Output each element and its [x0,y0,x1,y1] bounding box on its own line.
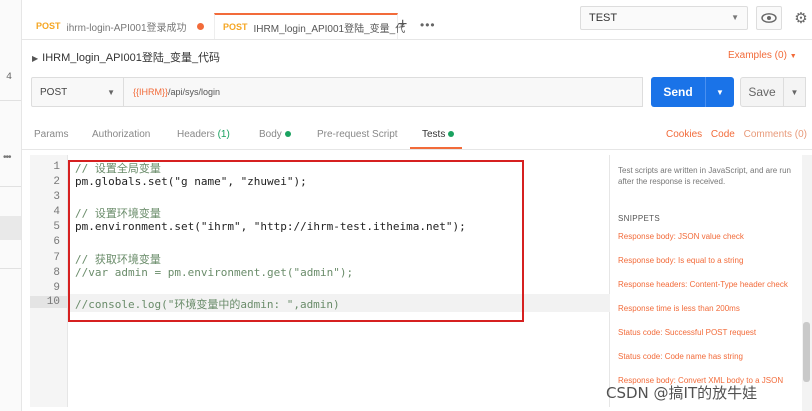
send-button[interactable]: Send [651,77,705,107]
scrollbar-thumb[interactable] [803,322,810,382]
request-tab-bar: POST ihrm-login-API001登录成功 POST IHRM_log… [22,0,812,40]
line-number: 2 [53,176,60,188]
line-number: 5 [53,221,60,233]
headers-count: (1) [217,129,230,140]
snippet-link[interactable]: Response time is less than 200ms [618,304,740,313]
tab-title: IHRM_login_API001登陆_变量_代 [253,23,406,35]
line-number: 4 [53,206,60,218]
request-name[interactable]: ▶ IHRM_login_API001登陆_变量_代码 [32,49,220,65]
save-options-chevron-icon[interactable]: ▼ [784,77,806,107]
request-config-tabs: Params Authorization Headers (1) Body Pr… [22,120,812,150]
line-number: 7 [53,252,60,264]
method-value: POST [40,86,68,98]
active-tab-indicator [410,147,462,149]
cookies-link[interactable]: Cookies [666,129,702,140]
comments-link[interactable]: Comments (0) [744,129,807,140]
chevron-down-icon: ▼ [107,88,115,97]
left-strip-number: 4 [6,72,13,83]
tab-tests-label: Tests [422,129,446,140]
tab-headers-label: Headers [177,129,215,140]
snippets-heading: SNIPPETS [618,214,660,223]
tab-authorization[interactable]: Authorization [92,129,150,140]
snippet-link[interactable]: Status code: Successful POST request [618,328,756,337]
environment-quick-look-button[interactable] [756,6,782,30]
request-name-row: ▶ IHRM_login_API001登陆_变量_代码 Examples (0) … [22,40,812,72]
line-number: 10 [30,296,68,308]
method-select[interactable]: POST ▼ [31,77,124,107]
request-name-text: IHRM_login_API001登陆_变量_代码 [42,52,221,64]
left-strip-divider [0,100,21,101]
chevron-down-icon: ▼ [789,53,797,60]
snippet-link[interactable]: Response body: JSON value check [618,232,744,241]
tab-params[interactable]: Params [34,129,68,140]
url-input[interactable]: {{IHRM}}/api/sys/login [123,77,643,107]
right-links: Cookies Code Comments (0) [666,129,812,140]
tab-body-label: Body [259,129,282,140]
more-icon[interactable]: ••• [3,152,11,163]
status-dot-icon [448,131,455,137]
tab-headers[interactable]: Headers (1) [177,129,230,140]
request-tab[interactable]: POST ihrm-login-API001登录成功 [36,13,216,39]
tab-title: ihrm-login-API001登录成功 [66,22,187,34]
settings-gear-icon[interactable]: ⚙ [790,6,812,30]
tab-tests[interactable]: Tests [422,129,455,140]
left-strip-divider [0,186,21,187]
url-path: /api/sys/login [168,87,221,97]
left-strip-selected-item[interactable] [0,216,21,240]
url-variable: {{IHRM}} [133,87,169,97]
snippet-link[interactable]: Response headers: Content-Type header ch… [618,280,788,289]
caret-right-icon: ▶ [32,54,39,63]
status-dot-icon [284,131,291,137]
chevron-down-icon: ▼ [731,13,739,22]
snippet-link[interactable]: Response body: Is equal to a string [618,256,743,265]
line-number: 6 [53,236,60,248]
line-number: 8 [53,267,60,279]
line-number: 9 [53,282,60,294]
annotation-highlight-box [68,160,524,322]
eye-icon [761,13,777,23]
left-strip-divider [0,268,21,269]
code-link[interactable]: Code [711,129,735,140]
environment-select[interactable]: TEST ▼ [580,6,748,30]
snippet-link[interactable]: Status code: Code name has string [618,352,743,361]
environment-value: TEST [589,12,618,24]
tests-description: Test scripts are written in JavaScript, … [618,166,791,186]
save-button[interactable]: Save [740,77,784,107]
tab-prerequest-script[interactable]: Pre-request Script [317,129,398,140]
line-number: 1 [53,161,60,173]
tab-method: POST [223,22,248,32]
watermark-text: CSDN @搞IT的放牛娃 [606,384,758,402]
request-tab-active[interactable]: POST IHRM_login_API001登陆_变量_代 [214,13,405,39]
line-number: 3 [53,191,60,203]
snippets-panel: Test scripts are written in JavaScript, … [612,155,812,411]
tab-body[interactable]: Body [259,129,291,140]
examples-link[interactable]: Examples (0) ▼ [728,50,797,61]
add-tab-icon[interactable]: + [398,16,407,34]
left-sidebar-strip: 4 ••• [0,0,22,411]
send-options-chevron-icon[interactable]: ▼ [705,77,734,107]
tab-method: POST [36,21,61,31]
more-tabs-icon[interactable]: ••• [420,18,436,32]
examples-label: Examples (0) [728,50,787,61]
unsaved-dot-icon [196,22,204,30]
